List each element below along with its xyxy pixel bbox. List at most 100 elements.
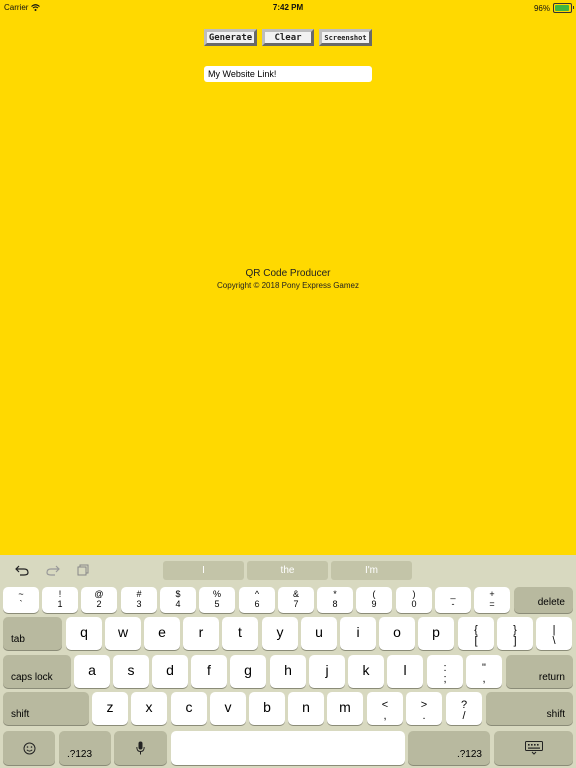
key-number-9[interactable]: (9 xyxy=(356,587,392,613)
key-symbol-a-0[interactable]: :; xyxy=(427,655,463,688)
key-symbol-z-0[interactable]: <, xyxy=(367,692,403,725)
screenshot-button[interactable]: Screenshot xyxy=(319,29,372,46)
key-symbol-q-1[interactable]: }] xyxy=(497,617,533,650)
key-upper-label: $ xyxy=(175,589,181,599)
key-x[interactable]: x xyxy=(131,692,167,725)
key-upper-label: * xyxy=(333,589,337,599)
key-f[interactable]: f xyxy=(191,655,227,688)
key-g[interactable]: g xyxy=(230,655,266,688)
key-label: e xyxy=(158,624,166,640)
key-m[interactable]: m xyxy=(327,692,363,725)
key-p[interactable]: p xyxy=(418,617,454,650)
key-number-3[interactable]: #3 xyxy=(121,587,157,613)
key-a[interactable]: a xyxy=(74,655,110,688)
key-symbol-z-1[interactable]: >. xyxy=(406,692,442,725)
key-symbol-a-1[interactable]: ", xyxy=(466,655,502,688)
tab-key[interactable]: tab xyxy=(3,617,62,650)
key-s[interactable]: s xyxy=(113,655,149,688)
key-o[interactable]: o xyxy=(379,617,415,650)
numbers-right-key[interactable]: .?123 xyxy=(408,731,490,765)
key-number-2[interactable]: @2 xyxy=(81,587,117,613)
key-h[interactable]: h xyxy=(270,655,306,688)
key-l[interactable]: l xyxy=(387,655,423,688)
suggestion-1[interactable]: I xyxy=(163,561,244,580)
key-upper-label: ! xyxy=(58,589,62,599)
status-bar: Carrier 7:42 PM 96% xyxy=(0,0,576,14)
battery-fill xyxy=(555,5,570,11)
shift-right-key[interactable]: shift xyxy=(486,692,573,725)
key-n[interactable]: n xyxy=(288,692,324,725)
key-number-0[interactable]: ~ ` xyxy=(3,587,39,613)
emoji-key[interactable] xyxy=(3,731,55,765)
redo-icon[interactable] xyxy=(44,561,62,579)
hide-keyboard-key[interactable] xyxy=(494,731,573,765)
key-number-7[interactable]: & 7 xyxy=(278,587,314,613)
undo-icon[interactable] xyxy=(13,561,31,579)
key-symbol-z-2[interactable]: ? / xyxy=(446,692,482,725)
key-j[interactable]: j xyxy=(309,655,345,688)
key-lower-label: , xyxy=(383,710,387,722)
key-w[interactable]: w xyxy=(105,617,141,650)
emoji-icon xyxy=(3,731,55,765)
shift-left-key[interactable]: shift xyxy=(3,692,89,725)
suggestion-3[interactable]: I'm xyxy=(331,561,412,580)
key-upper-label: ) xyxy=(412,589,416,599)
key-i[interactable]: i xyxy=(340,617,376,650)
key-b[interactable]: b xyxy=(249,692,285,725)
space-key[interactable] xyxy=(171,731,405,765)
key-label: s xyxy=(127,662,135,678)
key-number-5[interactable]: % 5 xyxy=(199,587,235,613)
key-number-1[interactable]: ! 1 xyxy=(42,587,78,613)
clear-button[interactable]: Clear xyxy=(262,29,314,46)
key-t[interactable]: t xyxy=(222,617,258,650)
caps-lock-key[interactable]: caps lock xyxy=(3,655,71,688)
key-number-4[interactable]: $4 xyxy=(160,587,196,613)
link-input[interactable] xyxy=(204,66,372,82)
key-label: shift xyxy=(546,709,565,720)
key-symbol-q-2[interactable]: | \ xyxy=(536,617,572,650)
keyboard: I the I'm ~ `! 1 @2 #3 $4% 5 ^ 6 & 7 * 8(9) 0 _ - + = dele… xyxy=(0,555,576,768)
key-label: y xyxy=(276,624,284,640)
key-lower-label: 8 xyxy=(332,599,338,609)
key-lower-label: 4 xyxy=(175,599,181,609)
return-key[interactable]: return xyxy=(506,655,573,688)
key-upper-label: ( xyxy=(372,589,376,599)
key-upper-label: # xyxy=(136,589,142,599)
numbers-left-key[interactable]: .?123 xyxy=(59,731,111,765)
key-lower-label: 5 xyxy=(214,599,220,609)
key-upper-label: ~ xyxy=(18,589,24,599)
key-k[interactable]: k xyxy=(348,655,384,688)
generate-button[interactable]: Generate xyxy=(204,29,257,46)
delete-key[interactable]: delete xyxy=(514,587,573,613)
key-upper-label: @ xyxy=(94,589,104,599)
key-upper-label: + xyxy=(489,589,495,599)
key-lower-label: 0 xyxy=(411,599,417,609)
key-number-8[interactable]: * 8 xyxy=(317,587,353,613)
key-v[interactable]: v xyxy=(210,692,246,725)
key-lower-label: 6 xyxy=(254,599,260,609)
key-label: g xyxy=(244,662,252,678)
key-symbol-q-0[interactable]: {[ xyxy=(458,617,494,650)
key-lower-label: = xyxy=(489,599,495,609)
key-z[interactable]: z xyxy=(92,692,128,725)
key-d[interactable]: d xyxy=(152,655,188,688)
paste-icon[interactable] xyxy=(74,561,92,579)
key-u[interactable]: u xyxy=(301,617,337,650)
key-label: b xyxy=(263,699,271,715)
key-number-12[interactable]: + = xyxy=(474,587,510,613)
key-r[interactable]: r xyxy=(183,617,219,650)
key-number-10[interactable]: ) 0 xyxy=(396,587,432,613)
key-lower-label: 7 xyxy=(293,599,299,609)
key-q[interactable]: q xyxy=(66,617,102,650)
dictation-key[interactable] xyxy=(114,731,167,765)
suggestion-2[interactable]: the xyxy=(247,561,328,580)
key-label: h xyxy=(284,662,292,678)
key-lower-label: \ xyxy=(552,635,556,647)
key-number-6[interactable]: ^ 6 xyxy=(239,587,275,613)
key-number-11[interactable]: _ - xyxy=(435,587,471,613)
key-label: k xyxy=(362,662,370,678)
key-c[interactable]: c xyxy=(171,692,207,725)
key-y[interactable]: y xyxy=(262,617,298,650)
key-label: return xyxy=(538,672,565,683)
key-e[interactable]: e xyxy=(144,617,180,650)
